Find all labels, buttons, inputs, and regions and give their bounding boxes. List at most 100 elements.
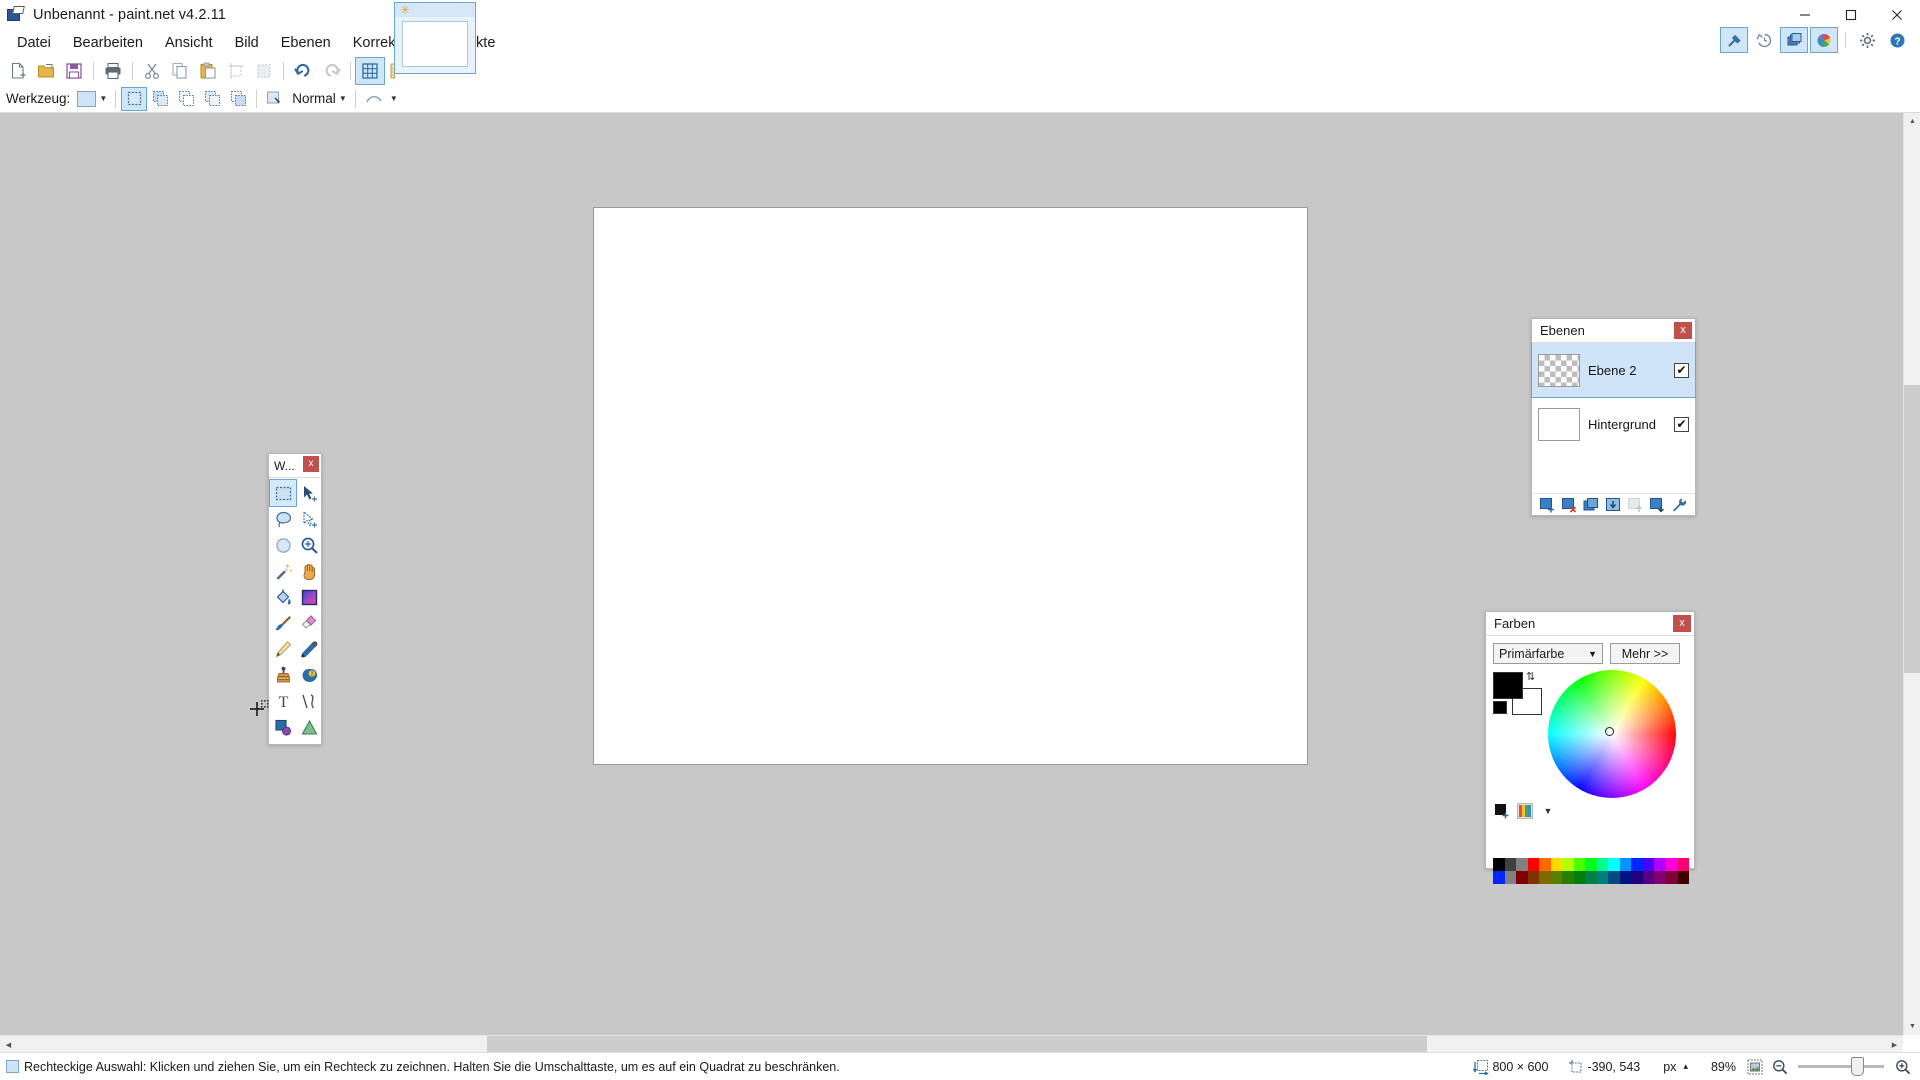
palette-swatch[interactable] bbox=[1550, 871, 1563, 884]
lasso-select-tool[interactable] bbox=[270, 506, 296, 532]
more-colors-button[interactable]: Mehr >> bbox=[1610, 643, 1680, 664]
settings-toggle-button[interactable] bbox=[1854, 28, 1880, 52]
duplicate-layer-button[interactable] bbox=[1581, 496, 1600, 514]
reset-colors-icon[interactable] bbox=[1493, 701, 1507, 714]
minimize-button[interactable] bbox=[1782, 0, 1828, 30]
magic-wand-tool[interactable] bbox=[270, 558, 296, 584]
swap-colors-icon[interactable]: ⇅ bbox=[1526, 670, 1535, 683]
history-toggle-button[interactable] bbox=[1751, 28, 1777, 52]
palette-swatch[interactable] bbox=[1642, 858, 1655, 871]
layer-row-ebene-2[interactable]: Ebene 2 ✔ bbox=[1531, 342, 1696, 398]
selection-exclude-button[interactable] bbox=[174, 88, 198, 110]
zoom-slider-thumb[interactable] bbox=[1851, 1057, 1864, 1076]
clone-stamp-tool[interactable] bbox=[270, 662, 296, 688]
blend-mode-label[interactable]: Normal bbox=[292, 91, 336, 106]
layer-visibility-checkbox[interactable]: ✔ bbox=[1674, 362, 1689, 378]
document-tab[interactable]: ✳ bbox=[394, 2, 476, 74]
crop-icon[interactable] bbox=[222, 58, 250, 84]
palette-swatch[interactable] bbox=[1562, 858, 1574, 871]
grid-icon[interactable] bbox=[355, 57, 385, 85]
vertical-scrollbar[interactable]: ▲ ▼ bbox=[1903, 113, 1920, 1035]
layers-panel-titlebar[interactable]: Ebenen x bbox=[1532, 319, 1695, 343]
move-layer-down-button[interactable] bbox=[1647, 496, 1666, 514]
palette-swatch[interactable] bbox=[1493, 858, 1505, 871]
palette-preset-icon[interactable] bbox=[1516, 802, 1534, 819]
palette-swatch[interactable] bbox=[1527, 871, 1540, 884]
menu-datei[interactable]: Datei bbox=[6, 32, 62, 55]
antialias-icon[interactable] bbox=[263, 88, 287, 110]
palette-swatch[interactable] bbox=[1654, 871, 1666, 884]
menu-bild[interactable]: Bild bbox=[224, 32, 270, 55]
color-picker-tool[interactable] bbox=[296, 636, 322, 662]
brush-width-caret-icon[interactable]: ▼ bbox=[387, 90, 401, 108]
palette-swatch[interactable] bbox=[1585, 871, 1597, 884]
colors-panel-close-button[interactable]: x bbox=[1673, 615, 1691, 632]
palette-swatch[interactable] bbox=[1573, 858, 1586, 871]
palette-swatch[interactable] bbox=[1665, 871, 1678, 884]
palette-swatch[interactable] bbox=[1596, 871, 1609, 884]
palette-swatch[interactable] bbox=[1516, 858, 1528, 871]
palette-swatch[interactable] bbox=[1631, 858, 1643, 871]
selection-xor-button[interactable] bbox=[200, 88, 224, 110]
add-to-palette-icon[interactable] bbox=[1493, 802, 1511, 819]
zoom-slider[interactable] bbox=[1798, 1057, 1884, 1076]
palette-swatch[interactable] bbox=[1654, 858, 1666, 871]
document-tab-overflow-caret[interactable]: ⌄ bbox=[481, 33, 489, 44]
palette-swatch[interactable] bbox=[1677, 871, 1690, 884]
tools-toggle-button[interactable] bbox=[1720, 27, 1748, 53]
paste-icon[interactable] bbox=[194, 58, 222, 84]
tool-dropdown-caret-icon[interactable]: ▼ bbox=[96, 90, 110, 108]
palette-swatch[interactable] bbox=[1504, 858, 1517, 871]
undo-icon[interactable] bbox=[289, 58, 317, 84]
zoom-out-icon[interactable] bbox=[1770, 1057, 1789, 1076]
layer-visibility-checkbox[interactable]: ✔ bbox=[1674, 416, 1689, 432]
recolor-tool[interactable]: 2 bbox=[296, 662, 322, 688]
palette-swatch[interactable] bbox=[1516, 871, 1528, 884]
image-canvas[interactable] bbox=[594, 208, 1307, 764]
palette-swatch[interactable] bbox=[1665, 858, 1678, 871]
scroll-down-arrow-icon[interactable]: ▼ bbox=[1904, 1018, 1920, 1035]
palette-swatch[interactable] bbox=[1527, 858, 1540, 871]
rectangle-select-tool[interactable] bbox=[269, 479, 297, 507]
blend-mode-caret-icon[interactable]: ▼ bbox=[336, 90, 350, 108]
tools-palette-titlebar[interactable]: W... x bbox=[269, 454, 321, 478]
open-icon[interactable] bbox=[32, 58, 60, 84]
palette-swatch[interactable] bbox=[1504, 871, 1517, 884]
current-tool-swatch[interactable] bbox=[77, 90, 97, 107]
redo-icon[interactable] bbox=[317, 58, 345, 84]
scroll-up-arrow-icon[interactable]: ▲ bbox=[1904, 113, 1920, 130]
move-layer-up-button[interactable] bbox=[1625, 496, 1644, 514]
palette-swatch[interactable] bbox=[1562, 871, 1574, 884]
menu-ansicht[interactable]: Ansicht bbox=[154, 32, 224, 55]
layer-properties-button[interactable] bbox=[1669, 496, 1688, 514]
selection-replace-button[interactable] bbox=[121, 86, 148, 111]
save-icon[interactable] bbox=[60, 58, 88, 84]
shapes-tool[interactable] bbox=[270, 714, 296, 740]
scroll-right-arrow-icon[interactable]: ▶ bbox=[1886, 1036, 1903, 1053]
selection-intersect-button[interactable] bbox=[226, 88, 250, 110]
layer-row-hintergrund[interactable]: Hintergrund ✔ bbox=[1532, 397, 1695, 451]
text-tool[interactable]: T bbox=[270, 688, 296, 714]
line-curve-tool[interactable] bbox=[296, 688, 322, 714]
palette-swatch[interactable] bbox=[1596, 858, 1609, 871]
selection-union-button[interactable] bbox=[148, 88, 172, 110]
paintbrush-tool[interactable] bbox=[270, 610, 296, 636]
cut-icon[interactable] bbox=[138, 58, 166, 84]
merge-layer-down-button[interactable] bbox=[1603, 496, 1622, 514]
unit-group[interactable]: px ▴ bbox=[1660, 1060, 1688, 1074]
palette-dropdown-caret-icon[interactable]: ▼ bbox=[1539, 802, 1557, 819]
primary-color-swatch[interactable] bbox=[1493, 672, 1523, 699]
fit-to-window-icon[interactable] bbox=[1745, 1057, 1764, 1076]
palette-swatch[interactable] bbox=[1573, 871, 1586, 884]
pan-tool[interactable] bbox=[296, 558, 322, 584]
color-wheel-cursor[interactable] bbox=[1605, 727, 1614, 736]
colors-toggle-button[interactable] bbox=[1810, 27, 1838, 53]
horizontal-scrollbar[interactable]: ◀ ▶ bbox=[0, 1035, 1903, 1053]
deselect-icon[interactable] bbox=[250, 58, 278, 84]
horizontal-scroll-thumb[interactable] bbox=[487, 1036, 1427, 1053]
move-selected-tool[interactable] bbox=[296, 480, 322, 506]
palette-swatch[interactable] bbox=[1631, 871, 1643, 884]
palette-swatch[interactable] bbox=[1539, 871, 1551, 884]
palette-swatch[interactable] bbox=[1608, 858, 1620, 871]
help-toggle-button[interactable]: ? bbox=[1884, 28, 1910, 52]
